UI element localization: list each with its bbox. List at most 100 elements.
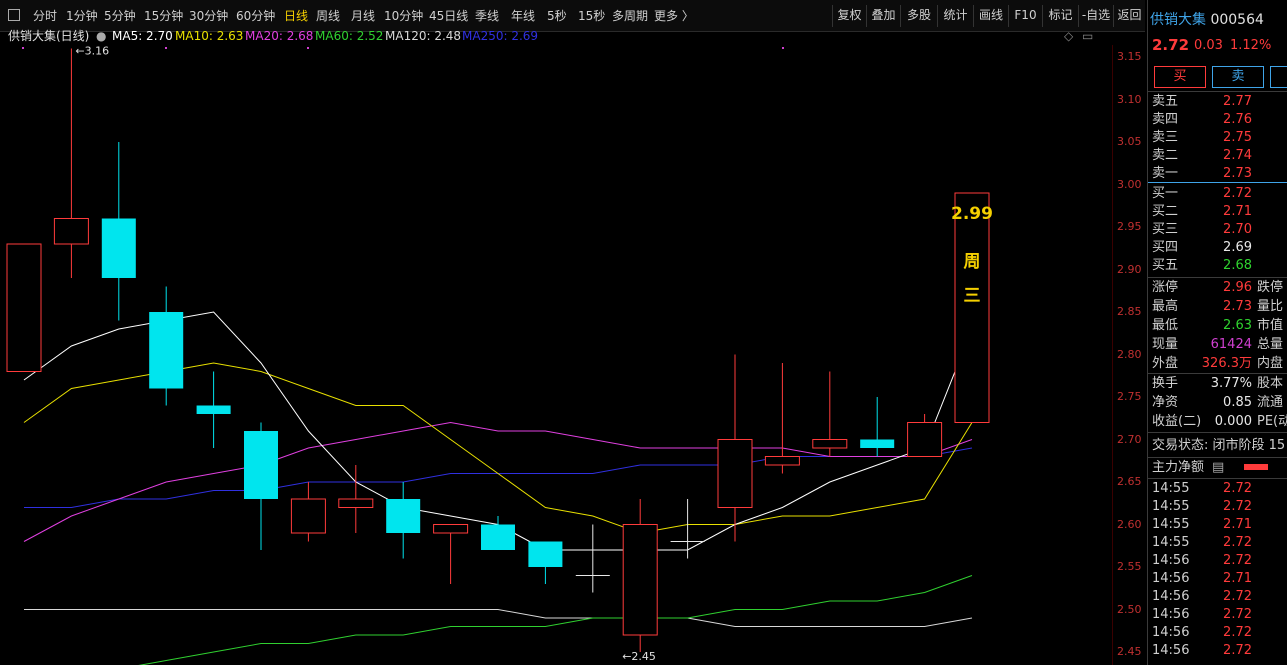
diamond-icon[interactable]: ◇ [1064,27,1073,45]
ask-row[interactable]: 卖五 2.77 [1150,93,1287,111]
ma5-label: MA5: 2.70 [112,29,173,43]
toolbar-button[interactable]: -自选 [1078,5,1113,27]
bid-row[interactable]: 买四 2.69 [1150,239,1287,257]
candle-body [907,422,943,457]
candle-body [244,431,278,499]
price-tick: 3.05 [1117,135,1142,148]
price-tick: 2.60 [1117,517,1142,531]
price-tick: 2.90 [1117,262,1142,276]
period-tab[interactable]: 1分钟 [66,8,98,24]
tick-time: 14:55 [1152,499,1190,514]
period-tab[interactable]: 5秒 [547,8,567,24]
period-tab[interactable]: 多周期 [612,8,648,24]
period-tab[interactable]: 5分钟 [104,8,136,24]
stat-label: 收益(二) [1152,414,1202,429]
toolbar-button[interactable]: 返回 [1113,5,1145,27]
stat-value: 3.77% [1210,376,1252,391]
stat-row: 最低 2.63 市值 [1150,317,1287,335]
ask-row[interactable]: 卖四 2.76 [1150,111,1287,129]
tick-price: 2.72 [1223,535,1252,550]
more-button[interactable] [1270,66,1287,88]
period-tab[interactable]: 15秒 [578,8,605,24]
period-tab[interactable]: 15分钟 [144,8,183,24]
quote-panel: 供销大集 000564 2.72 0.03 1.12% 买 卖 卖五 2.77 卖四… [1147,0,1287,665]
ask-row[interactable]: 卖一 2.73 [1150,165,1287,183]
period-tab[interactable]: 45日线 [429,8,468,24]
bid-price: 2.70 [1223,222,1252,237]
panel-toggle-icon[interactable] [8,9,20,21]
price-axis: 3.15 3.10 3.05 3.00 2.95 2.90 2.85 2.80 2.75 2.70… [1112,45,1147,665]
grid-dot [307,47,309,49]
period-tab[interactable]: 10分钟 [384,8,423,24]
period-tab[interactable]: 分时 [33,8,57,24]
tick-price: 2.72 [1223,499,1252,514]
stat-row: 外盘 326.3万 内盘 [1150,355,1287,373]
candle-body [954,192,990,423]
kline-chart[interactable]: ←3.16 ←2.45 2.99 周三 [0,45,1112,665]
ask-label: 卖三 [1152,130,1179,145]
stat-extra: 市值 [1257,318,1284,333]
period-tab[interactable]: 更多 〉 [654,8,694,24]
net-bar [1244,464,1268,470]
tick-price: 2.72 [1223,625,1252,640]
tick-row: 14:55 2.72 [1150,498,1287,516]
toolbar-button[interactable]: F10 [1008,5,1042,27]
toolbar-button[interactable]: 叠加 [866,5,900,27]
stat-row: 涨停 2.96 跌停 [1150,279,1287,297]
tick-time: 14:56 [1152,553,1190,568]
annotation-price: 2.99 [951,204,993,224]
grid-dot [165,47,167,49]
bid-row[interactable]: 买二 2.71 [1150,203,1287,221]
ask-label: 卖四 [1152,112,1179,127]
bid-label: 买三 [1152,222,1179,237]
low-label: ←2.45 [622,650,656,663]
trade-status: 交易状态: 闭市阶段 15 [1152,438,1286,453]
toolbar-button[interactable]: 标记 [1042,5,1078,27]
bid-row[interactable]: 买一 2.72 [1150,185,1287,203]
bid-label: 买二 [1152,204,1179,219]
tick-price: 2.72 [1223,643,1252,658]
bid-row[interactable]: 买三 2.70 [1150,221,1287,239]
bid-price: 2.69 [1223,240,1252,255]
sell-button[interactable]: 卖 [1212,66,1264,88]
candle-body [338,498,374,508]
ask-row[interactable]: 卖二 2.74 [1150,147,1287,165]
bid-row[interactable]: 买五 2.68 [1150,257,1287,275]
window-icon[interactable]: ▭ [1082,27,1093,45]
candle-body [433,524,469,534]
ma20-label: MA20: 2.68 [245,29,314,43]
stat-row: 最高 2.73 量比 [1150,298,1287,316]
toolbar-button[interactable]: 统计 [937,5,973,27]
period-tab[interactable]: 年线 [511,8,535,24]
stat-label: 最低 [1152,318,1179,333]
tick-row: 14:56 2.72 [1150,588,1287,606]
list-icon: ▤ [1212,460,1225,475]
ask-row[interactable]: 卖三 2.75 [1150,129,1287,147]
price-tick: 3.15 [1117,50,1142,63]
period-tab[interactable]: 30分钟 [189,8,228,24]
price-tick: 3.00 [1117,177,1142,191]
tick-time: 14:56 [1152,571,1190,586]
ask-label: 卖二 [1152,148,1179,163]
toolbar-button[interactable]: 复权 [832,5,866,27]
period-tab[interactable]: 日线 [284,8,308,24]
net-flow[interactable]: 主力净额 ▤ [1150,459,1287,477]
price-tick: 3.10 [1117,92,1142,106]
stat-extra: 流通 [1257,395,1284,410]
candle-body [53,218,89,245]
period-tab[interactable]: 周线 [316,8,340,24]
stat-label: 净资 [1152,395,1179,410]
ask-price: 2.77 [1223,94,1252,109]
grid-dot [782,47,784,49]
period-tab[interactable]: 60分钟 [236,8,275,24]
toolbar-button[interactable]: 多股 [900,5,937,27]
toolbar-button[interactable]: 画线 [973,5,1008,27]
period-tab[interactable]: 月线 [351,8,375,24]
buy-button[interactable]: 买 [1154,66,1206,88]
tick-time: 14:55 [1152,481,1190,496]
stat-label: 最高 [1152,299,1179,314]
ask-label: 卖一 [1152,166,1179,181]
settings-icon[interactable]: ● [96,27,106,45]
candle-body [290,498,326,534]
period-tab[interactable]: 季线 [475,8,499,24]
